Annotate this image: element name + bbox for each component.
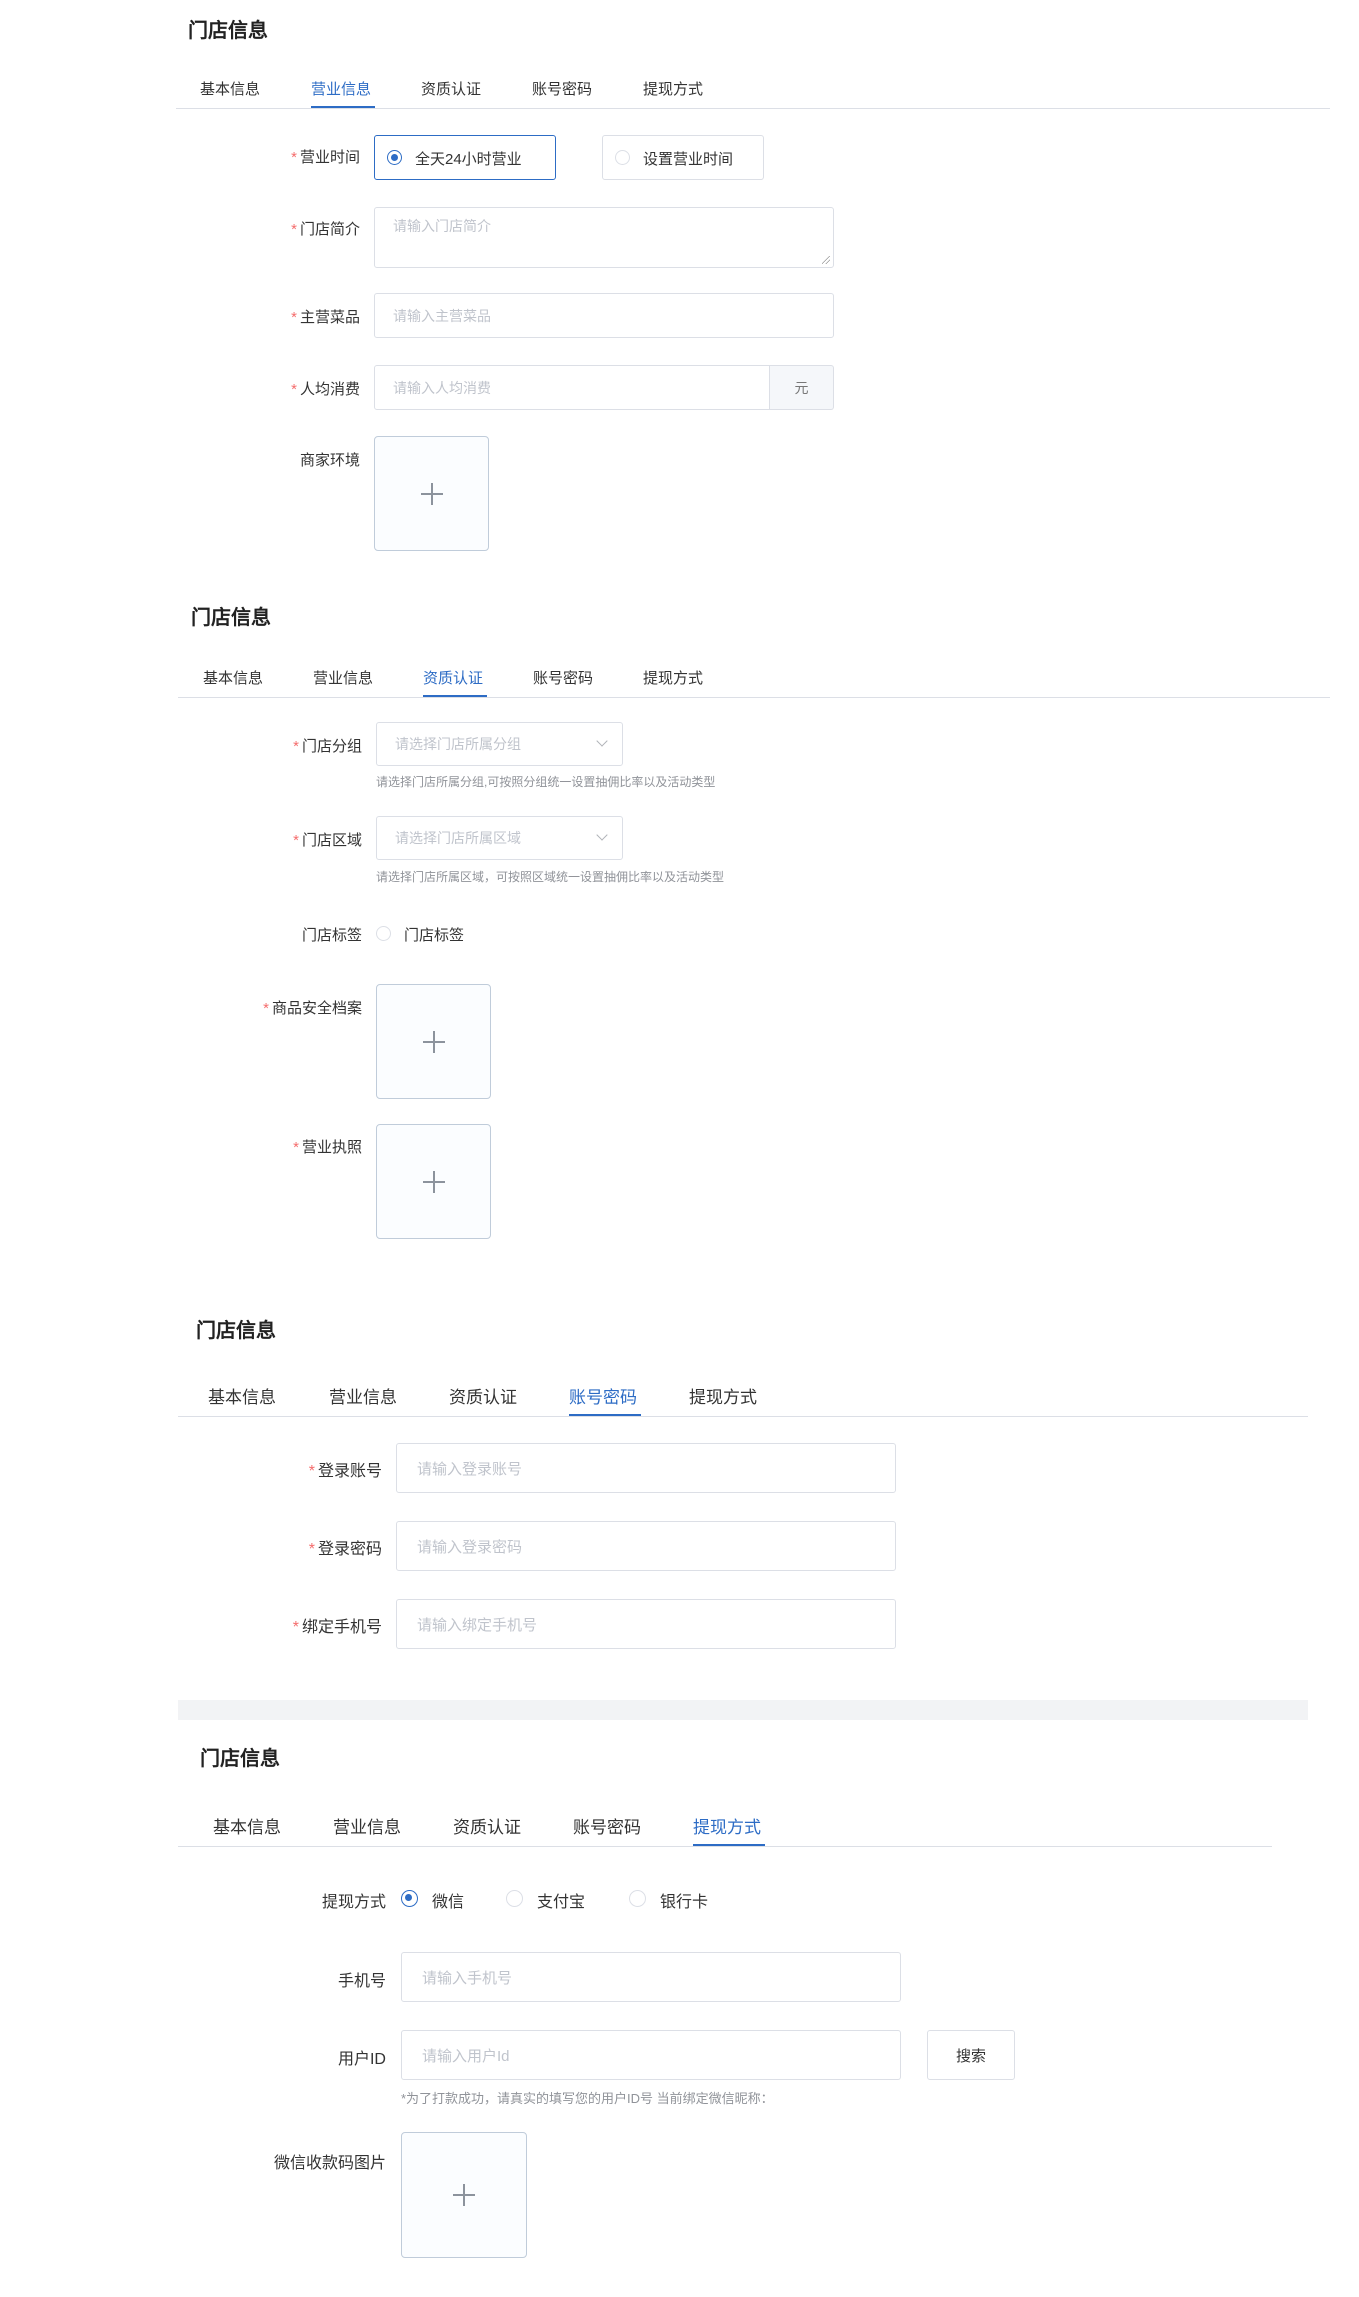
- currency-unit: 元: [770, 365, 834, 410]
- bank-card-radio[interactable]: [629, 1890, 646, 1907]
- store-intro-textarea[interactable]: 请输入门店简介: [374, 207, 834, 268]
- plus-icon: [453, 2184, 475, 2206]
- phone-label: 手机号: [337, 1973, 386, 1990]
- tab-withdrawal[interactable]: 提现方式: [689, 1383, 757, 1408]
- custom-hours-text: 设置营业时间: [643, 151, 734, 168]
- business-hours-label: * 营业时间: [291, 149, 360, 166]
- avg-spend-label: * 人均消费: [291, 381, 360, 398]
- tab-bar: [176, 108, 1330, 109]
- main-dishes-input[interactable]: 请输入主营菜品: [374, 293, 834, 338]
- section-title: 门店信息: [200, 1748, 280, 1770]
- login-password-label: * 登录密码: [308, 1541, 382, 1558]
- tab-basic-info[interactable]: 基本信息: [200, 78, 260, 99]
- wechat-option[interactable]: 微信: [432, 1888, 464, 1912]
- safety-archive-label: * 商品安全档案: [263, 1000, 362, 1017]
- wechat-radio[interactable]: [401, 1890, 418, 1907]
- tab-basic-info[interactable]: 基本信息: [213, 1813, 281, 1838]
- withdrawal-method-label: 提现方式: [321, 1894, 386, 1911]
- tab-withdrawal[interactable]: 提现方式: [643, 78, 703, 99]
- tab-basic-info[interactable]: 基本信息: [208, 1383, 276, 1408]
- plus-icon: [422, 1170, 445, 1193]
- tab-withdrawal[interactable]: 提现方式: [693, 1813, 761, 1838]
- environment-upload[interactable]: [374, 436, 489, 551]
- section-divider: [178, 1700, 1308, 1720]
- business-license-label: * 营业执照: [293, 1139, 362, 1156]
- store-group-hint: 请选择门店所属分组,可按照分组统一设置抽佣比率以及活动类型: [376, 775, 716, 789]
- phone-input[interactable]: 请输入手机号: [401, 1952, 901, 2002]
- tab-account-password[interactable]: 账号密码: [569, 1383, 637, 1408]
- store-area-label: * 门店区域: [293, 832, 362, 849]
- bind-phone-input[interactable]: 请输入绑定手机号: [396, 1599, 896, 1649]
- store-area-hint: 请选择门店所属区域，可按照区域统一设置抽佣比率以及活动类型: [376, 870, 725, 884]
- all-day-radio[interactable]: [387, 150, 402, 165]
- section-title: 门店信息: [188, 20, 268, 42]
- plus-icon: [422, 1030, 445, 1053]
- store-environment-label: 商家环境: [299, 452, 360, 469]
- tab-business-info[interactable]: 营业信息: [311, 78, 371, 99]
- active-tab-indicator: [569, 1414, 641, 1416]
- store-intro-label: * 门店简介: [291, 221, 360, 238]
- active-tab-indicator: [423, 695, 487, 697]
- tab-business-info[interactable]: 营业信息: [329, 1383, 397, 1408]
- custom-hours-radio[interactable]: [615, 150, 630, 165]
- bank-card-option[interactable]: 银行卡: [660, 1888, 708, 1912]
- tab-bar: [178, 1416, 1308, 1417]
- business-license-upload[interactable]: [376, 1124, 491, 1239]
- alipay-option[interactable]: 支付宝: [537, 1888, 585, 1912]
- tab-bar: [178, 1846, 1272, 1847]
- search-button[interactable]: 搜索: [927, 2030, 1015, 2080]
- tab-qualification[interactable]: 资质认证: [421, 78, 481, 99]
- active-tab-indicator: [311, 106, 375, 108]
- tab-basic-info[interactable]: 基本信息: [203, 667, 263, 688]
- wechat-qrcode-label: 微信收款码图片: [273, 2155, 386, 2172]
- wechat-qrcode-upload[interactable]: [401, 2132, 527, 2258]
- safety-archive-upload[interactable]: [376, 984, 491, 1099]
- user-id-hint: *为了打款成功，请真实的填写您的用户ID号 当前绑定微信昵称：: [401, 2091, 774, 2106]
- section-title: 门店信息: [191, 607, 271, 629]
- main-dishes-label: * 主营菜品: [291, 309, 360, 326]
- tab-account-password[interactable]: 账号密码: [573, 1813, 641, 1838]
- login-account-label: * 登录账号: [308, 1463, 382, 1480]
- tab-account-password[interactable]: 账号密码: [532, 78, 592, 99]
- store-group-label: * 门店分组: [293, 738, 362, 755]
- tab-qualification[interactable]: 资质认证: [423, 667, 483, 688]
- store-group-select[interactable]: 请选择门店所属分组: [376, 722, 623, 766]
- login-account-input[interactable]: 请输入登录账号: [396, 1443, 896, 1493]
- login-password-input[interactable]: 请输入登录密码: [396, 1521, 896, 1571]
- all-day-text: 全天24小时营业: [415, 151, 522, 168]
- store-tag-option: 门店标签: [404, 927, 465, 944]
- store-area-select[interactable]: 请选择门店所属区域: [376, 816, 623, 860]
- section-title: 门店信息: [196, 1320, 276, 1342]
- store-tag-label: 门店标签: [301, 927, 362, 944]
- tab-business-info[interactable]: 营业信息: [333, 1813, 401, 1838]
- alipay-radio[interactable]: [506, 1890, 523, 1907]
- tab-account-password[interactable]: 账号密码: [533, 667, 593, 688]
- active-tab-indicator: [693, 1844, 765, 1846]
- user-id-label: 用户ID: [337, 2051, 386, 2068]
- bind-phone-label: * 绑定手机号: [292, 1619, 382, 1636]
- avg-spend-input[interactable]: 请输入人均消费: [374, 365, 770, 410]
- plus-icon: [420, 482, 443, 505]
- tab-business-info[interactable]: 营业信息: [313, 667, 373, 688]
- tab-withdrawal[interactable]: 提现方式: [643, 667, 703, 688]
- tab-qualification[interactable]: 资质认证: [453, 1813, 521, 1838]
- tab-bar: [178, 697, 1330, 698]
- tab-qualification[interactable]: 资质认证: [449, 1383, 517, 1408]
- resize-handle[interactable]: [822, 256, 830, 264]
- store-tag-radio[interactable]: [376, 926, 391, 941]
- user-id-input[interactable]: 请输入用户Id: [401, 2030, 901, 2080]
